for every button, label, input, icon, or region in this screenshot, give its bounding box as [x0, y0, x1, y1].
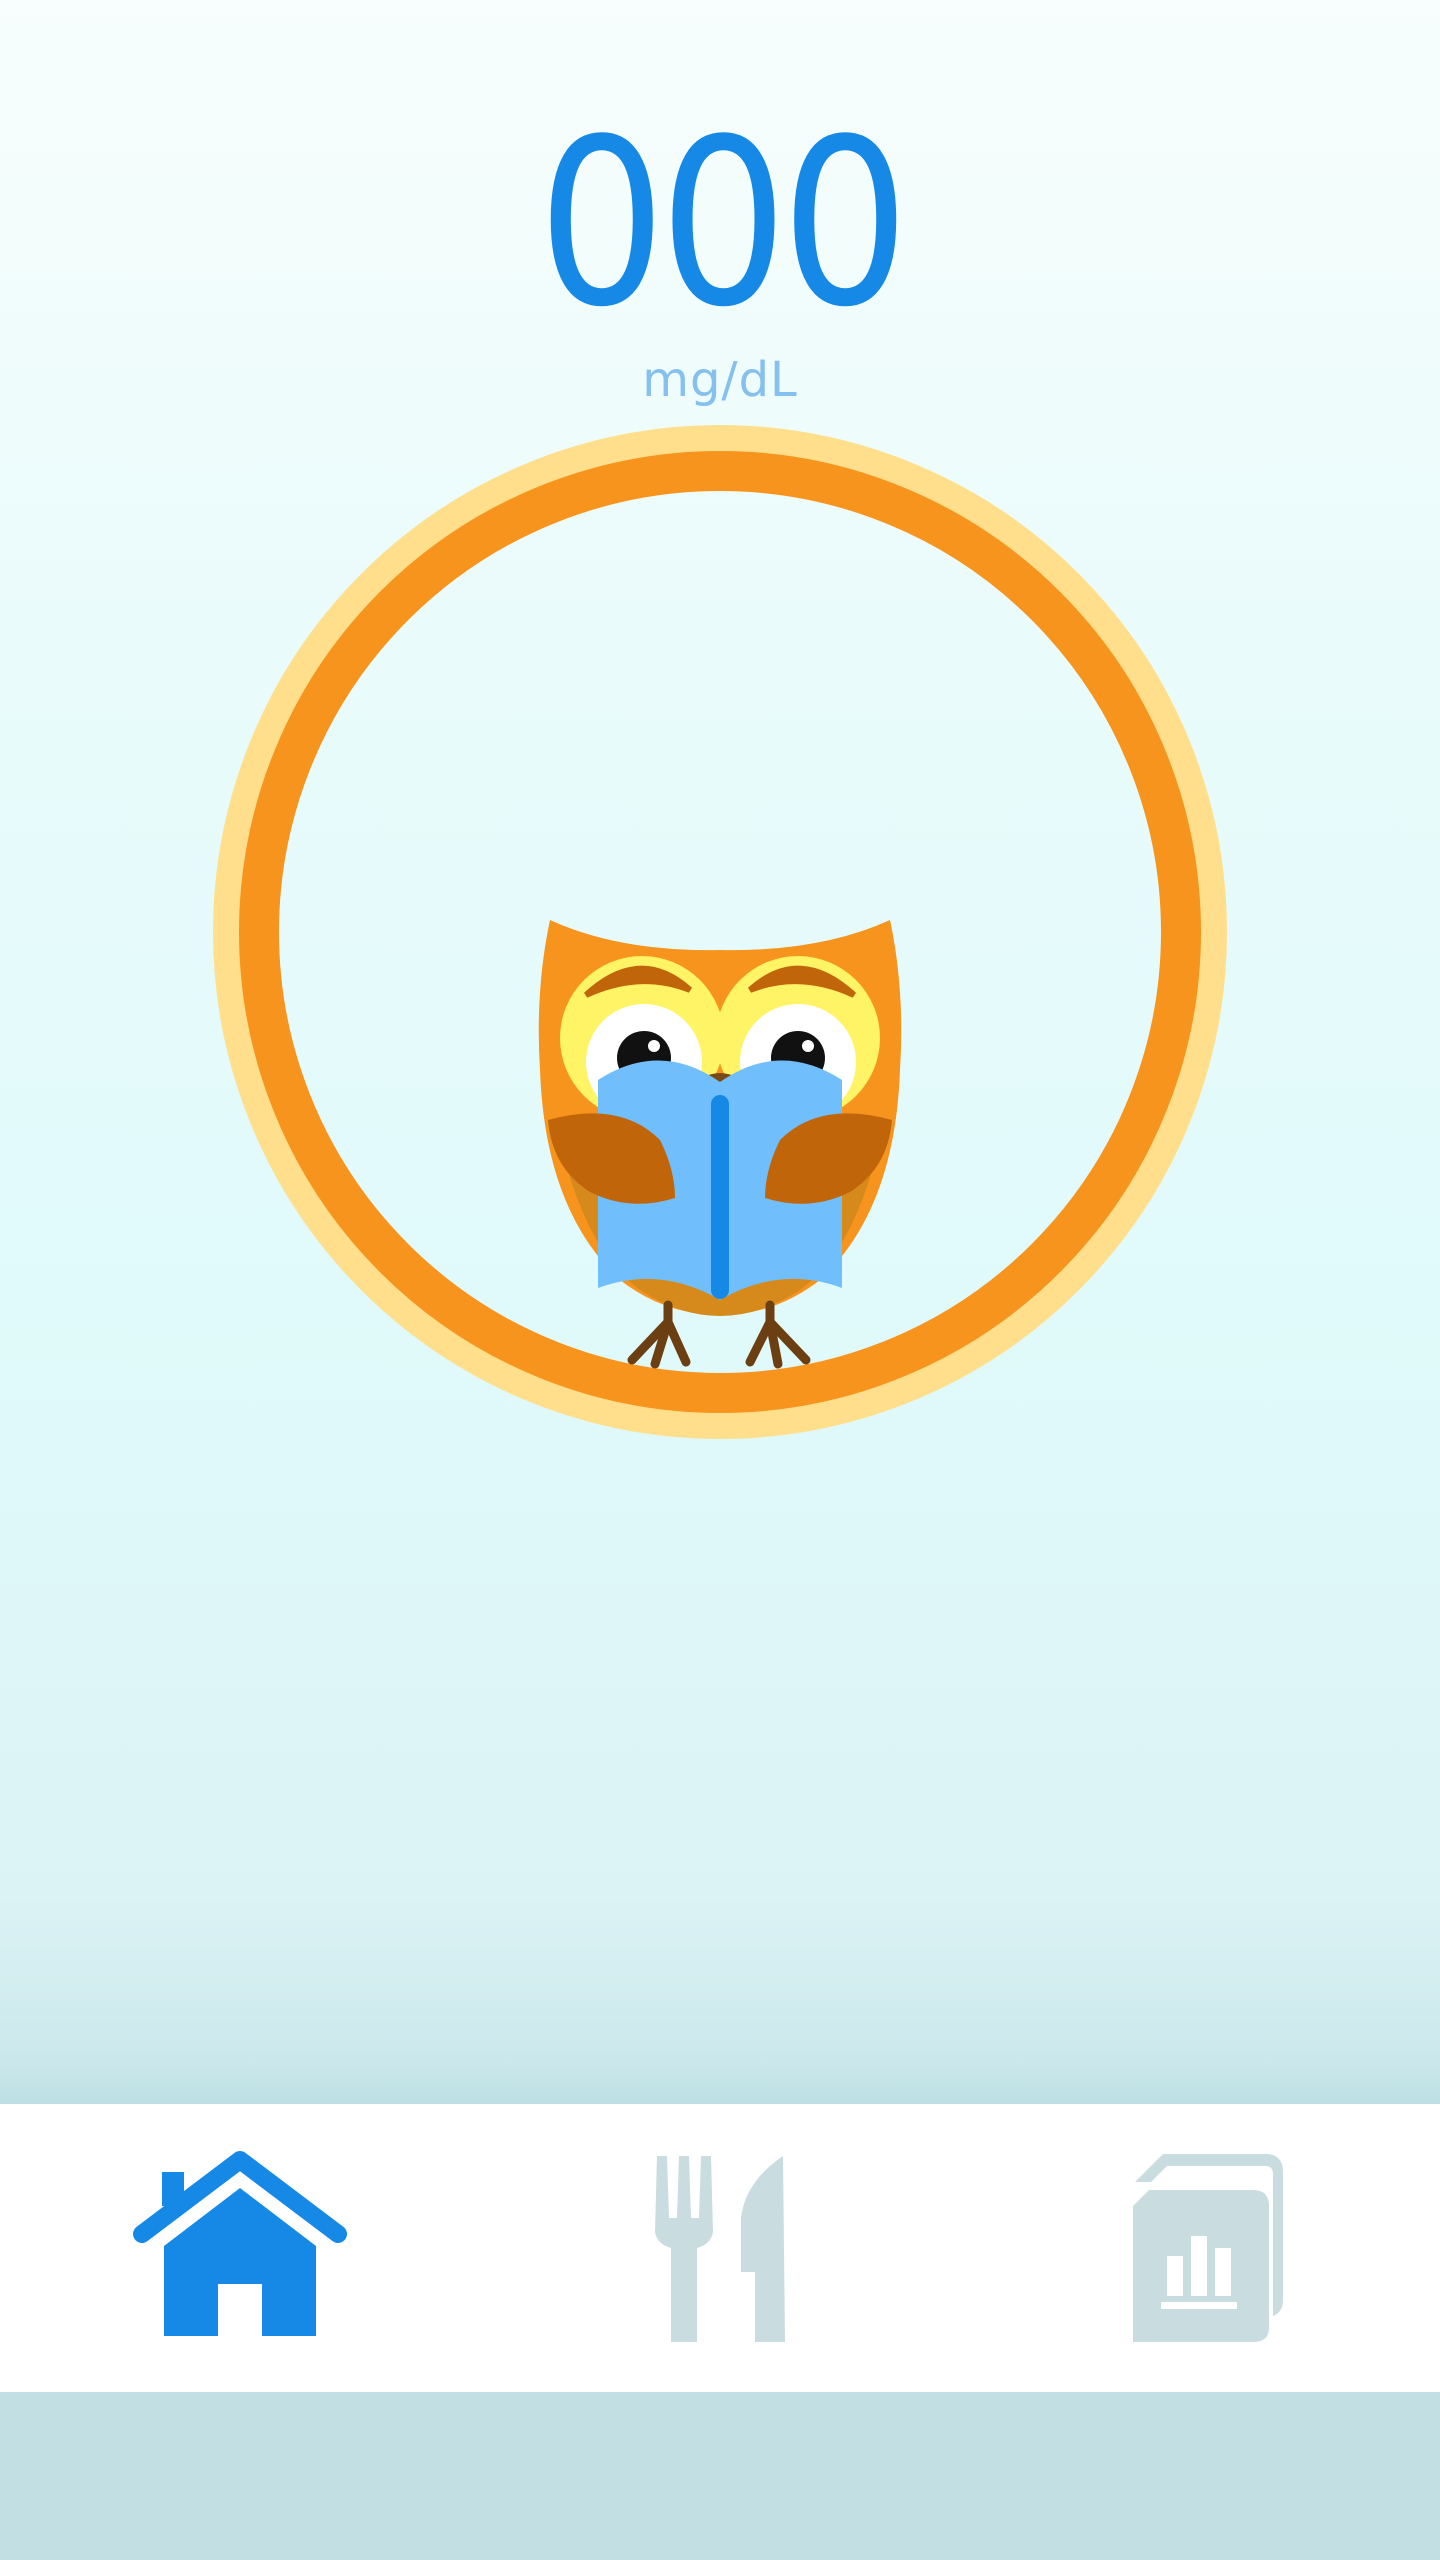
fork-knife-icon — [655, 2156, 785, 2342]
home-icon — [133, 2151, 347, 2336]
bottom-bar-background — [0, 2392, 1440, 2560]
nav-home-tab[interactable] — [0, 2104, 480, 2392]
reports-icon — [1133, 2154, 1283, 2342]
home-screen: 000 mg/dL — [0, 0, 1440, 2104]
mascot-area — [213, 425, 1227, 1439]
owl-reading-book-icon — [538, 920, 902, 1369]
nav-meals-tab[interactable] — [480, 2104, 960, 2392]
bottom-navigation — [0, 2104, 1440, 2392]
owl-eye-glint-right — [802, 1040, 814, 1052]
nav-reports-tab[interactable] — [960, 2104, 1440, 2392]
owl-eye-glint-left — [648, 1040, 660, 1052]
